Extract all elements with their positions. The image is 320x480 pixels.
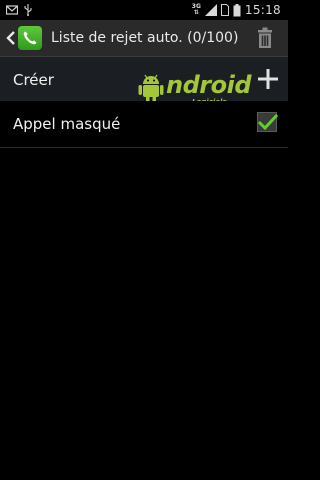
action-bar: Liste de rejet auto. (0/100) xyxy=(0,20,288,57)
trash-icon[interactable] xyxy=(255,27,275,49)
page-title: Liste de rejet auto. (0/100) xyxy=(51,30,239,46)
battery-icon xyxy=(233,3,241,16)
watermark-brand: ndroid xyxy=(166,71,252,99)
mail-icon xyxy=(6,5,18,15)
list-item-label: Appel masqué xyxy=(13,115,121,133)
sim-icon xyxy=(220,4,229,16)
plus-icon[interactable] xyxy=(258,69,278,89)
phone-app-icon[interactable] xyxy=(18,26,42,50)
clock: 15:18 xyxy=(244,3,281,17)
signal-icon xyxy=(204,4,217,16)
checkbox[interactable] xyxy=(257,112,279,132)
status-bar: 3G ⇅ 15:18 xyxy=(0,0,288,20)
network-3g-icon: 3G ⇅ xyxy=(191,3,201,16)
create-label: Créer xyxy=(13,71,54,89)
usb-icon xyxy=(24,4,32,16)
checkmark-icon xyxy=(257,113,279,131)
list-item[interactable]: Appel masqué xyxy=(0,101,288,148)
back-icon[interactable] xyxy=(6,29,16,47)
